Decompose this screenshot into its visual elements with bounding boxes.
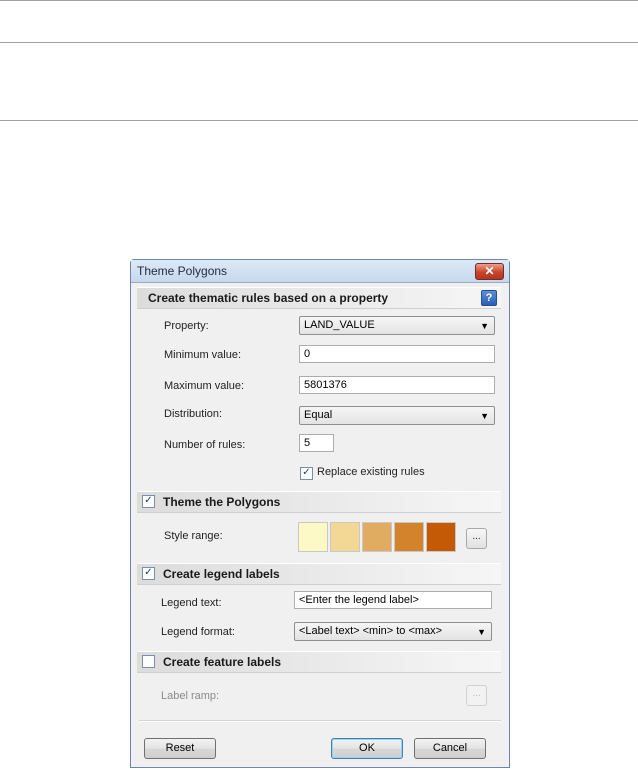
ok-button[interactable]: OK: [331, 738, 403, 759]
style-range-label: Style range:: [164, 530, 223, 542]
number-of-rules-label: Number of rules:: [164, 439, 246, 451]
label-ramp-label: Label ramp:: [161, 690, 220, 702]
color-swatch[interactable]: [330, 522, 360, 552]
checkmark-icon: ✓: [144, 567, 153, 578]
distribution-select-value: Equal: [304, 409, 333, 421]
close-button[interactable]: ✕: [475, 263, 504, 280]
page-rule-middle: [0, 42, 638, 43]
close-icon: ✕: [484, 264, 495, 278]
section-title-theme: Theme the Polygons: [163, 495, 281, 509]
section-title-rules: Create thematic rules based on a propert…: [148, 291, 389, 305]
section-header-rules: Create thematic rules based on a propert…: [137, 287, 501, 309]
help-icon[interactable]: ?: [481, 290, 497, 306]
section-header-theme: ✓ Theme the Polygons: [137, 491, 501, 513]
style-range-browse-button[interactable]: ...: [466, 528, 487, 549]
color-swatch[interactable]: [362, 522, 392, 552]
replace-rules-label: Replace existing rules: [317, 466, 425, 478]
color-swatch[interactable]: [426, 522, 456, 552]
chevron-down-icon: ▼: [480, 321, 489, 331]
legend-format-label: Legend format:: [161, 626, 235, 638]
color-swatch[interactable]: [298, 522, 328, 552]
max-value-label: Maximum value:: [164, 380, 245, 392]
reset-button[interactable]: Reset: [144, 738, 216, 759]
footer-divider: [139, 720, 501, 722]
property-select-value: LAND_VALUE: [304, 319, 375, 331]
checkmark-icon: ✓: [302, 467, 311, 478]
min-value-input[interactable]: 0: [299, 345, 495, 363]
section-title-feature: Create feature labels: [163, 655, 282, 669]
legend-text-input[interactable]: <Enter the legend label>: [294, 591, 492, 609]
section-title-legend: Create legend labels: [163, 567, 280, 581]
legend-format-select[interactable]: <Label text> <min> to <max> ▼: [294, 622, 492, 641]
feature-labels-checkbox[interactable]: [142, 655, 155, 668]
checkmark-icon: ✓: [144, 495, 153, 506]
page-rule-top: [0, 0, 638, 1]
property-label: Property:: [164, 320, 209, 332]
cancel-button[interactable]: Cancel: [414, 738, 486, 759]
section-header-legend: ✓ Create legend labels: [137, 563, 501, 585]
label-ramp-browse-button[interactable]: ...: [466, 685, 487, 706]
chevron-down-icon: ▼: [480, 411, 489, 421]
section-header-feature: Create feature labels: [137, 651, 501, 673]
color-swatch[interactable]: [394, 522, 424, 552]
title-bar[interactable]: Theme Polygons ✕: [131, 260, 509, 283]
theme-polygons-dialog: Theme Polygons ✕ Create thematic rules b…: [130, 259, 510, 768]
legend-labels-checkbox[interactable]: ✓: [142, 567, 155, 580]
dialog-title: Theme Polygons: [137, 264, 228, 278]
property-select[interactable]: LAND_VALUE ▼: [299, 316, 495, 335]
style-range-swatches[interactable]: [298, 522, 458, 552]
chevron-down-icon: ▼: [477, 627, 486, 637]
distribution-select[interactable]: Equal ▼: [299, 406, 495, 425]
legend-text-label: Legend text:: [161, 597, 222, 609]
legend-format-select-value: <Label text> <min> to <max>: [299, 625, 443, 637]
theme-polygons-checkbox[interactable]: ✓: [142, 495, 155, 508]
min-value-label: Minimum value:: [164, 349, 242, 361]
replace-rules-checkbox[interactable]: ✓: [300, 467, 313, 480]
page-rule-bottom: [0, 120, 638, 121]
max-value-input[interactable]: 5801376: [299, 376, 495, 394]
number-of-rules-input[interactable]: 5: [299, 434, 334, 452]
distribution-label: Distribution:: [164, 408, 223, 420]
